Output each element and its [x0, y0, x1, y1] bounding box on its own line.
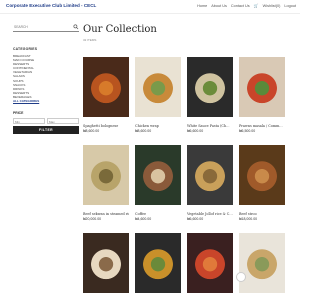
product-image[interactable]: [83, 145, 129, 205]
product-card[interactable]: Beef stroo ₦18,000.00: [239, 145, 285, 221]
product-card[interactable]: White Sauce Pasta (Ch… ₦6,600.00: [187, 57, 233, 133]
product-name[interactable]: Vegetable Jollof rice & C…: [187, 212, 233, 216]
filter-button[interactable]: FILTER: [13, 126, 79, 135]
product-card[interactable]: Beef sekwan in steamed rice ₦20,000.00: [83, 145, 129, 221]
category-item-active[interactable]: ALL CATEGORIES: [13, 99, 79, 103]
product-image[interactable]: [187, 57, 233, 117]
search-input[interactable]: SEARCH: [13, 24, 79, 32]
search-icon[interactable]: [73, 24, 79, 30]
category-list: BREAKFAST MAIN COURSE DESSERTS CONTINENT…: [13, 54, 79, 103]
product-image[interactable]: [187, 145, 233, 205]
product-name[interactable]: Beef sekwan in steamed rice: [83, 212, 129, 216]
price-range: Min Max: [13, 118, 79, 125]
product-image[interactable]: [83, 233, 129, 293]
top-navbar: Corporate Executive Club Limited - CECL …: [0, 0, 300, 14]
product-name[interactable]: Chicken wrap: [135, 124, 181, 128]
nav-contact[interactable]: Contact Us: [231, 4, 250, 8]
product-name[interactable]: White Sauce Pasta (Ch…: [187, 124, 233, 128]
product-price: ₦4,600.00: [135, 217, 152, 221]
price-heading: PRICE: [13, 111, 24, 116]
product-image[interactable]: [239, 233, 285, 293]
product-image[interactable]: [83, 57, 129, 117]
product-card[interactable]: Vegetable Jollof rice & C… ₦6,600.00: [187, 145, 233, 221]
page-title: Our Collection: [83, 24, 157, 35]
product-price: ₦8,600.00: [135, 129, 152, 133]
product-card[interactable]: [135, 233, 181, 293]
product-name[interactable]: Spaghetti bolognese: [83, 124, 129, 128]
price-min-input[interactable]: Min: [13, 118, 45, 125]
product-card[interactable]: [187, 233, 233, 293]
categories-heading: CATEGORIES: [13, 47, 38, 51]
product-card[interactable]: [83, 233, 129, 293]
product-image[interactable]: [135, 57, 181, 117]
product-price: ₦6,500.00: [239, 129, 256, 133]
product-image[interactable]: [239, 145, 285, 205]
product-card[interactable]: Chicken wrap ₦8,600.00: [135, 57, 181, 133]
product-card[interactable]: Coffee ₦4,600.00: [135, 145, 181, 221]
product-price: ₦6,600.00: [187, 129, 204, 133]
product-name[interactable]: Beef stroo: [239, 212, 285, 216]
scroll-arrow-icon[interactable]: [236, 272, 246, 282]
product-card[interactable]: [239, 233, 285, 293]
product-price: ₦20,000.00: [83, 217, 102, 221]
product-card[interactable]: Spaghetti bolognese ₦8,600.00: [83, 57, 129, 133]
nav-wishlist[interactable]: Wishlist(0): [263, 4, 281, 8]
nav-about[interactable]: About Us: [211, 4, 227, 8]
main-nav: Home About Us Contact Us 🛒 Wishlist(0) L…: [197, 3, 296, 8]
product-name[interactable]: Prawns masala / Comm…: [239, 124, 285, 128]
product-image[interactable]: [187, 233, 233, 293]
price-max-input[interactable]: Max: [47, 118, 79, 125]
product-price: ₦18,000.00: [239, 217, 258, 221]
nav-logout[interactable]: Logout: [284, 4, 296, 8]
product-image[interactable]: [135, 233, 181, 293]
item-count: 32 ITEMS: [83, 38, 97, 42]
sidebar: SEARCH CATEGORIES BREAKFAST MAIN COURSE …: [13, 24, 79, 135]
product-price: ₦6,600.00: [187, 217, 204, 221]
brand-name[interactable]: Corporate Executive Club Limited - CECL: [6, 3, 96, 8]
product-name[interactable]: Coffee: [135, 212, 181, 216]
nav-home[interactable]: Home: [197, 4, 207, 8]
cart-icon[interactable]: 🛒: [254, 3, 259, 8]
product-card[interactable]: Prawns masala / Comm… ₦6,500.00: [239, 57, 285, 133]
product-image[interactable]: [135, 145, 181, 205]
search-placeholder: SEARCH: [14, 25, 28, 29]
product-price: ₦8,600.00: [83, 129, 100, 133]
product-image[interactable]: [239, 57, 285, 117]
